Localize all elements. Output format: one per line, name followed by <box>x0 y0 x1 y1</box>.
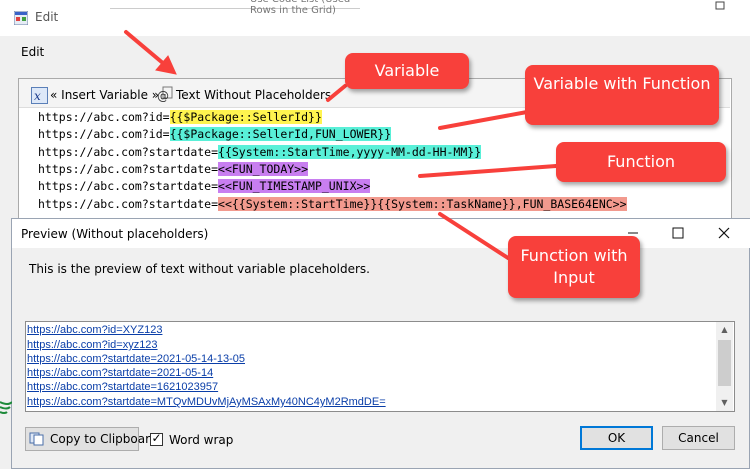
preview-link[interactable]: https://abc.com?id=XYZ123 <box>27 323 162 337</box>
svg-text:@: @ <box>157 89 169 102</box>
code-prefix: https://abc.com?startdate= <box>38 197 219 211</box>
code-prefix: https://abc.com?startdate= <box>38 179 219 193</box>
checkmark-icon[interactable]: ✓ <box>150 430 163 446</box>
function-highlight: <<FUN_TIMESTAMP_UNIX>> <box>218 179 371 193</box>
code-prefix: https://abc.com?startdate= <box>38 145 219 159</box>
callout-function: Function <box>556 142 726 182</box>
background-window-strip: Use Code List (Used Rows in the Grid) <box>110 0 360 16</box>
scroll-down-icon[interactable]: ▼ <box>716 398 733 407</box>
function-highlight: <<FUN_TODAY>> <box>218 162 309 176</box>
text-without-placeholders-button[interactable]: Text Without Placeholders <box>176 88 331 102</box>
variable-highlight: {{$Package::SellerId}} <box>169 110 322 124</box>
editor-line[interactable]: https://abc.com?startdate={{System::Star… <box>38 144 482 160</box>
ok-button[interactable]: OK <box>580 426 653 450</box>
callout-variable-with-function: Variable with Function <box>525 65 719 125</box>
callout-variable: Variable <box>345 53 469 89</box>
app-window-icon <box>14 11 28 25</box>
code-prefix: https://abc.com?id= <box>38 127 170 141</box>
scrollbar-thumb[interactable] <box>718 340 731 386</box>
preview-link[interactable]: https://abc.com?startdate=2021-05-14 <box>27 366 213 380</box>
insert-variable-icon[interactable]: x <box>31 87 48 104</box>
wifi-icon <box>0 401 12 414</box>
editor-line[interactable]: https://abc.com?id={{$Package::SellerId,… <box>38 126 392 142</box>
preview-link[interactable]: https://abc.com?startdate=MTQvMDUvMjAyMS… <box>27 395 386 409</box>
cancel-button[interactable]: Cancel <box>662 426 735 450</box>
preview-link[interactable]: https://abc.com?id=xyz123 <box>27 338 158 352</box>
scroll-up-icon[interactable]: ▲ <box>716 325 733 334</box>
function-input-highlight: <<{{System::StartTime}}{{System::TaskNam… <box>218 197 627 211</box>
preview-description: This is the preview of text without vari… <box>29 262 370 276</box>
editor-line[interactable]: https://abc.com?startdate=<<{{System::St… <box>38 196 627 212</box>
svg-text:x: x <box>34 89 41 103</box>
edit-window-title: Edit <box>35 10 59 24</box>
code-prefix: https://abc.com?id= <box>38 110 170 124</box>
maximize-icon[interactable] <box>656 220 698 246</box>
variable-function-highlight: {{System::StartTime,yyyy-MM-dd-HH-MM}} <box>218 145 482 159</box>
copy-to-clipboard-label[interactable]: Copy to Clipboard <box>50 432 157 446</box>
variable-function-highlight: {{$Package::SellerId,FUN_LOWER}} <box>169 127 392 141</box>
callout-function-with-input: Function with Input <box>508 236 640 298</box>
editor-line[interactable]: https://abc.com?id={{$Package::SellerId}… <box>38 109 322 125</box>
at-document-icon[interactable]: @ <box>157 86 173 102</box>
close-icon[interactable] <box>702 220 746 246</box>
preview-link[interactable]: https://abc.com?startdate=1621023957 <box>27 380 218 394</box>
editor-line[interactable]: https://abc.com?startdate=<<FUN_TODAY>> <box>38 161 309 177</box>
copy-clipboard-icon[interactable] <box>29 432 45 446</box>
editor-line[interactable]: https://abc.com?startdate=<<FUN_TIMESTAM… <box>38 178 371 194</box>
code-prefix: https://abc.com?startdate= <box>38 162 219 176</box>
edit-label: Edit <box>21 45 45 59</box>
preview-title: Preview (Without placeholders) <box>21 227 209 241</box>
word-wrap-label[interactable]: Word wrap <box>169 433 233 447</box>
preview-link[interactable]: https://abc.com?startdate=2021-05-14-13-… <box>27 352 245 366</box>
insert-variable-button[interactable]: « Insert Variable » <box>50 88 159 102</box>
background-window-title: Use Code List (Used Rows in the Grid) <box>250 0 350 16</box>
background-restore-icon[interactable] <box>690 0 750 14</box>
